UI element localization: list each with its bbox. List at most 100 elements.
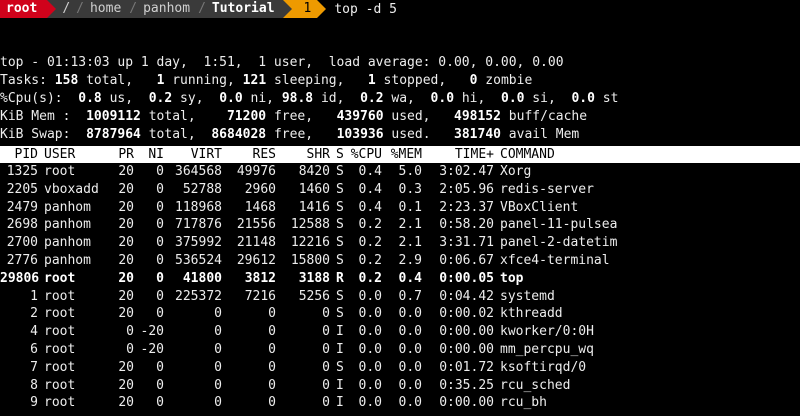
table-row[interactable]: 1 root 20 0 225372 7216 5256 S 0.0 0.7 0:04.42 syst… (0, 288, 800, 306)
table-row[interactable]: 9 root 20 0 0 0 0 I 0.0 0.0 0:00.00 rcu_bh (0, 394, 800, 412)
mem-total-label: total, (140, 109, 227, 124)
cpu-ni-label: ni, (242, 91, 282, 106)
cell-cpu: 0.0 (358, 288, 382, 304)
cell-command: kworker/0:0H (500, 324, 594, 340)
cell-command: rcu_bh (500, 395, 547, 411)
cell-ni: 0 (156, 270, 164, 286)
header-ni[interactable]: NI (138, 146, 164, 163)
cell-time: 0:01.72 (439, 359, 494, 375)
table-row[interactable]: 2698 panhom 20 0 717876 21556 12588 S 0.2 2.1 0:58… (0, 216, 800, 234)
cell-shr: 8420 (298, 164, 330, 179)
cell-res: 7216 (244, 288, 276, 304)
cell-shr: 0 (322, 324, 330, 340)
cell-s: I (336, 395, 344, 411)
cell-command: top (500, 270, 524, 286)
swap-avail-label: avail Mem (500, 127, 580, 142)
shell-prompt: root / / home / panhom / Tutorial 1 top -d 5 (0, 0, 397, 18)
table-row[interactable]: 2700 panhom 20 0 375992 21148 12216 S 0.2 2.1 3:31… (0, 234, 800, 252)
header-pr[interactable]: PR (112, 146, 134, 163)
cell-shr: 0 (322, 359, 330, 375)
cell-virt: 0 (214, 341, 222, 357)
prompt-user: root (0, 0, 48, 18)
prompt-jobs-badge: 1 (291, 0, 318, 18)
cell-time: 0:06.67 (439, 252, 494, 268)
table-row[interactable]: 4 root 0 -20 0 0 0 I 0.0 0.0 0:00.00 kworker/0:0H (0, 323, 800, 341)
tasks-total: 158 (54, 73, 79, 88)
header-time[interactable]: TIME+ (426, 146, 494, 163)
header-command[interactable]: COMMAND (500, 146, 800, 163)
table-row[interactable]: 8 root 20 0 0 0 0 I 0.0 0.0 0:35.25 rcu_sched (0, 377, 800, 395)
cpu-hi-label: hi, (454, 91, 501, 106)
cell-pid: 1325 (6, 164, 38, 179)
cell-command: panel-11-pulsea (500, 217, 618, 233)
table-row[interactable]: 2479 panhom 20 0 118968 1468 1416 S 0.4 0.1 2:23.3… (0, 199, 800, 217)
table-row[interactable]: 6 root 0 -20 0 0 0 I 0.0 0.0 0:00.00 mm_percpu_wq (0, 341, 800, 359)
table-row[interactable]: 2205 vboxadd 20 0 52788 2960 1460 S 0.4 0.3 2:05.9… (0, 181, 800, 199)
cell-command: VBoxClient (500, 199, 579, 215)
header-s[interactable]: S (336, 146, 348, 163)
header-mem[interactable]: %MEM (386, 146, 422, 163)
cpu-ni: 0.0 (219, 91, 243, 106)
table-row[interactable]: 1325 root 20 0 364568 49976 8420 S 0.4 5.0 3:02.47… (0, 163, 800, 181)
cell-s: R (336, 270, 344, 286)
mem-line: KiB Mem : 1009112 total, 71200 free, 439… (0, 108, 618, 126)
cell-mem: 0.1 (398, 199, 422, 215)
cell-virt: 41800 (182, 270, 222, 286)
cpu-wa-label: wa, (383, 91, 431, 106)
prompt-arrow-dir (282, 0, 292, 18)
cell-command: panel-2-datetim (500, 235, 618, 251)
cell-pid: 2698 (6, 217, 38, 233)
cell-shr: 0 (322, 377, 330, 393)
table-row[interactable]: 29806 root 20 0 41800 3812 3188 R 0.2 0.4 0:00.05 t… (0, 270, 800, 288)
cell-virt: 0 (214, 359, 222, 375)
cell-res: 49976 (236, 164, 276, 179)
cell-virt: 118968 (175, 199, 222, 215)
cell-ni: 0 (156, 217, 164, 233)
cell-pr: 20 (118, 288, 134, 304)
process-table-header: PID USER PR NI VIRT RES SHR S %CPU %MEM … (0, 146, 800, 163)
cell-cpu: 0.2 (358, 235, 382, 251)
cell-cpu: 0.0 (358, 395, 382, 411)
cell-mem: 0.0 (398, 341, 422, 357)
header-cpu[interactable]: %CPU (350, 146, 382, 163)
cell-time: 0:00.05 (439, 270, 494, 286)
cell-shr: 0 (322, 395, 330, 411)
prompt-arrow-user (47, 0, 57, 18)
table-row[interactable]: 2776 panhom 20 0 536524 29612 15800 S 0.2 2.9 0:06… (0, 252, 800, 270)
top-summary: top - 01:13:03 up 1 day, 1:51, 1 user, l… (0, 36, 618, 162)
prompt-separator-icon: / (196, 0, 208, 18)
cell-mem: 0.7 (398, 288, 422, 304)
cell-pr: 20 (118, 252, 134, 268)
cell-time: 3:31.71 (439, 235, 494, 251)
cell-s: S (336, 288, 344, 304)
cell-shr: 1416 (298, 199, 330, 215)
tasks-running-label: running, (164, 73, 243, 88)
header-shr[interactable]: SHR (280, 146, 330, 163)
cell-command: ksoftirqd/0 (500, 359, 587, 375)
cell-pr: 20 (118, 395, 134, 411)
cell-pr: 20 (118, 164, 134, 179)
table-row[interactable]: 2 root 20 0 0 0 0 S 0.0 0.0 0:00.02 kthreadd (0, 305, 800, 323)
cell-pr: 20 (118, 359, 134, 375)
cpu-us: 0.8 (78, 91, 102, 106)
cell-ni: -20 (140, 341, 164, 357)
cpu-st: 0.0 (571, 91, 595, 106)
cell-res: 0 (268, 324, 276, 340)
header-virt[interactable]: VIRT (168, 146, 222, 163)
cell-shr: 12216 (290, 235, 330, 251)
tasks-line: Tasks: 158 total, 1 running, 121 sleepin… (0, 72, 618, 90)
mem-cache: 498152 (454, 109, 501, 124)
cell-virt: 0 (214, 395, 222, 411)
header-res[interactable]: RES (226, 146, 276, 163)
header-pid[interactable]: PID (0, 146, 38, 163)
table-row[interactable]: 7 root 20 0 0 0 0 S 0.0 0.0 0:01.72 ksoftirqd/0 (0, 359, 800, 377)
process-table-body: 1325 root 20 0 364568 49976 8420 S 0.4 5.0 3:02.47… (0, 163, 800, 412)
cell-pid: 2205 (6, 181, 38, 197)
cell-shr: 1460 (298, 181, 330, 197)
cell-ni: 0 (156, 359, 164, 375)
cell-command: kthreadd (500, 306, 563, 322)
cell-cpu: 0.0 (358, 306, 382, 322)
cell-s: S (336, 252, 344, 268)
cell-command: redis-server (500, 181, 594, 197)
tasks-sleeping-label: sleeping, (266, 73, 368, 88)
